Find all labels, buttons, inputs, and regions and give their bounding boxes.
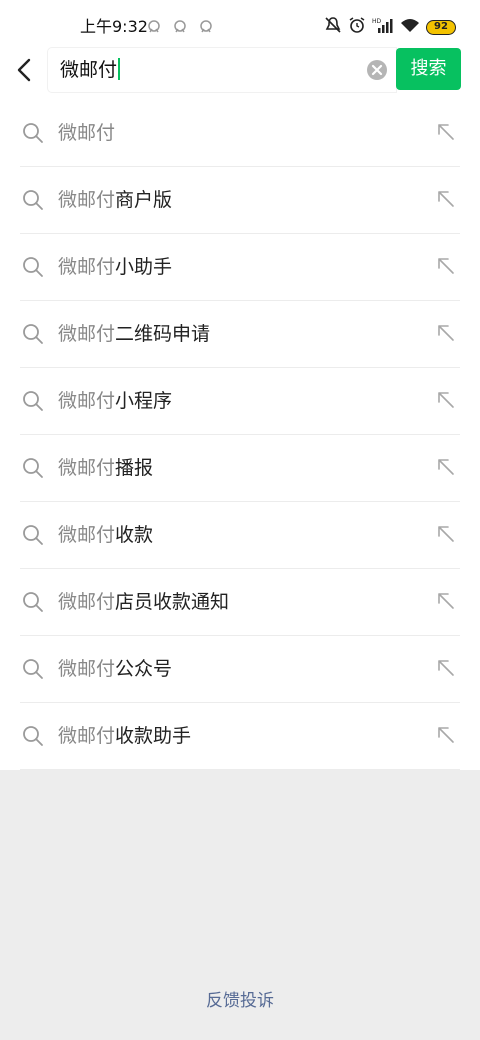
search-icon (23, 190, 43, 210)
suggestion-query-part: 微邮付 (58, 390, 116, 412)
fill-query-icon[interactable] (436, 323, 456, 343)
signal-icon: HD (372, 16, 394, 38)
status-time: 上午9:32 (80, 17, 148, 36)
suggestion-label: 微邮付小程序 (58, 389, 172, 413)
suggestion-query-part: 微邮付 (58, 591, 116, 613)
suggestion-completion-part: 公众号 (115, 658, 173, 680)
search-icon (23, 324, 43, 344)
fill-query-icon[interactable] (436, 390, 456, 410)
row-divider (20, 769, 460, 770)
clear-search-button[interactable] (366, 59, 388, 81)
search-icon (23, 257, 43, 277)
fill-query-icon[interactable] (436, 725, 456, 745)
fill-query-icon[interactable] (436, 256, 456, 276)
suggestion-query-part: 微邮付 (58, 189, 116, 211)
suggestion-row[interactable]: 微邮付小助手 (0, 234, 480, 301)
suggestion-completion-part: 播报 (115, 457, 154, 479)
suggestion-label: 微邮付播报 (58, 456, 153, 480)
search-icon (23, 726, 43, 746)
wifi-icon (400, 17, 420, 37)
app-notification-icon (198, 19, 214, 35)
alarm-icon (348, 16, 366, 38)
suggestion-label: 微邮付 (58, 121, 115, 145)
suggestion-completion-part: 二维码申请 (115, 323, 211, 345)
search-icon (23, 659, 43, 679)
back-button[interactable] (10, 54, 38, 86)
suggestion-row[interactable]: 微邮付收款 (0, 502, 480, 569)
feedback-link[interactable]: 反馈投诉 (0, 986, 480, 1011)
search-icon (23, 458, 43, 478)
suggestion-completion-part: 商户版 (115, 189, 173, 211)
suggestion-label: 微邮付二维码申请 (58, 322, 210, 346)
search-button[interactable]: 搜索 (396, 48, 461, 90)
mute-icon (324, 16, 342, 38)
clear-icon (367, 60, 387, 80)
suggestion-query-part: 微邮付 (58, 256, 116, 278)
search-icon (23, 123, 43, 143)
app-notification-icon (146, 19, 162, 35)
fill-query-icon[interactable] (436, 122, 456, 142)
suggestion-label: 微邮付小助手 (58, 255, 172, 279)
system-icons: HD 92 (324, 16, 456, 38)
suggestion-completion-part: 店员收款通知 (115, 591, 230, 613)
fill-query-icon[interactable] (436, 457, 456, 477)
app-notification-icon (172, 19, 188, 35)
suggestion-row[interactable]: 微邮付店员收款通知 (0, 569, 480, 636)
suggestion-row[interactable]: 微邮付小程序 (0, 368, 480, 435)
suggestion-label: 微邮付公众号 (58, 657, 172, 681)
suggestion-row[interactable]: 微邮付播报 (0, 435, 480, 502)
notification-icons (146, 19, 214, 35)
svg-text:HD: HD (372, 18, 382, 25)
search-icon (23, 592, 43, 612)
suggestion-completion-part: 小助手 (115, 256, 173, 278)
suggestion-row[interactable]: 微邮付商户版 (0, 167, 480, 234)
fill-query-icon[interactable] (436, 591, 456, 611)
suggestion-query-part: 微邮付 (58, 323, 116, 345)
suggestion-query-part: 微邮付 (58, 524, 116, 546)
suggestion-label: 微邮付商户版 (58, 188, 172, 212)
search-query: 微邮付 (60, 58, 121, 82)
suggestion-query-part: 微邮付 (58, 122, 116, 144)
suggestion-completion-part: 收款助手 (115, 725, 192, 747)
search-input[interactable]: 微邮付 (48, 48, 396, 92)
suggestion-label: 微邮付店员收款通知 (58, 590, 229, 614)
fill-query-icon[interactable] (436, 658, 456, 678)
suggestion-row[interactable]: 微邮付收款助手 (0, 703, 480, 770)
battery-indicator: 92 (426, 19, 456, 35)
suggestion-completion-part: 收款 (115, 524, 154, 546)
suggestion-query-part: 微邮付 (58, 658, 116, 680)
status-bar: 上午9:32 HD 92 (0, 0, 480, 44)
text-cursor (118, 58, 121, 80)
suggestion-row[interactable]: 微邮付 (0, 100, 480, 167)
suggestion-list: 微邮付 微邮付商户版 微邮付小助手 微邮付二维码申请 微邮付小程序 微邮付播报 微邮付收款微… (0, 100, 480, 770)
header: 上午9:32 HD 92 微邮付 搜索 (0, 0, 480, 100)
fill-query-icon[interactable] (436, 524, 456, 544)
chevron-left-icon (17, 58, 31, 82)
search-icon (23, 391, 43, 411)
suggestion-completion-part: 小程序 (115, 390, 173, 412)
suggestion-label: 微邮付收款 (58, 523, 153, 547)
suggestion-query-part: 微邮付 (58, 725, 116, 747)
suggestion-label: 微邮付收款助手 (58, 724, 191, 748)
fill-query-icon[interactable] (436, 189, 456, 209)
suggestion-row[interactable]: 微邮付公众号 (0, 636, 480, 703)
suggestion-query-part: 微邮付 (58, 457, 116, 479)
suggestion-row[interactable]: 微邮付二维码申请 (0, 301, 480, 368)
search-icon (23, 525, 43, 545)
